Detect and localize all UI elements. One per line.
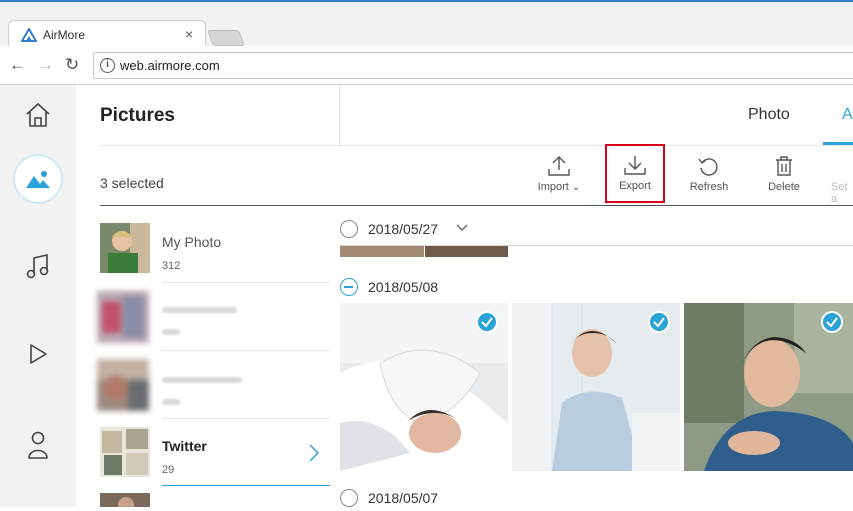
date-select-checkbox[interactable]	[340, 278, 358, 296]
export-button[interactable]: Export	[605, 144, 665, 203]
album-divider	[162, 350, 330, 351]
home-icon	[26, 102, 50, 127]
trash-icon	[776, 156, 792, 176]
set-as-button[interactable]: Set a	[821, 151, 853, 203]
album-divider	[162, 282, 330, 283]
album-name-redacted	[162, 377, 242, 383]
selected-check-icon[interactable]	[821, 311, 843, 333]
date-select-checkbox[interactable]	[340, 220, 358, 238]
address-bar[interactable]: i web.airmore.com	[93, 52, 853, 79]
delete-button[interactable]: Delete	[753, 151, 815, 203]
album-thumbnail	[100, 223, 150, 273]
album-thumbnail	[97, 291, 149, 343]
airmore-logo-icon	[21, 28, 37, 42]
contacts-icon	[28, 431, 48, 459]
sidebar-item-home[interactable]	[0, 85, 76, 145]
forward-arrow-icon[interactable]: →	[37, 56, 54, 74]
photo-thumbnail[interactable]	[340, 303, 508, 471]
pictures-icon	[26, 171, 50, 188]
album-thumbnail-partial	[100, 493, 150, 507]
refresh-icon	[698, 158, 718, 176]
date-label: 2018/05/07	[368, 490, 439, 506]
photo-thumbnail[interactable]	[684, 303, 853, 471]
album-count: 312	[162, 260, 181, 272]
browser-toolbar: ← → ↻ i web.airmore.com	[0, 46, 853, 85]
sidebar-item-videos[interactable]	[0, 324, 76, 384]
refresh-label: Refresh	[689, 181, 729, 193]
set-as-label: Set a	[831, 181, 848, 203]
new-tab-button[interactable]	[207, 30, 245, 46]
date-label: 2018/05/08	[368, 279, 439, 295]
back-arrow-icon[interactable]: ←	[9, 56, 26, 74]
export-label: Export	[619, 180, 651, 192]
selected-check-icon[interactable]	[648, 311, 670, 333]
video-icon	[30, 344, 47, 364]
browser-chrome: AirMore × ← → ↻ i web.airmore.com	[0, 0, 853, 85]
chevron-down-icon: ⌄	[571, 182, 581, 193]
import-label: Import ⌄	[537, 181, 581, 193]
site-info-icon[interactable]: i	[100, 58, 115, 73]
sidebar-item-pictures[interactable]	[0, 149, 76, 209]
album-name: My Photo	[162, 234, 222, 250]
delete-label: Delete	[768, 181, 800, 193]
browser-tab-title: AirMore	[43, 28, 86, 42]
app-sidebar	[0, 85, 76, 507]
tab-strip: AirMore ×	[0, 2, 853, 48]
collapsed-photo-strip	[340, 246, 508, 257]
upload-icon	[548, 156, 570, 176]
header-separator	[100, 145, 853, 146]
toolbar-separator	[100, 205, 853, 206]
refresh-button[interactable]: Refresh	[678, 151, 740, 203]
chevron-right-icon	[309, 444, 320, 462]
import-button[interactable]: Import ⌄	[528, 151, 590, 203]
page-title: Pictures	[100, 105, 175, 126]
album-active-underline	[162, 485, 330, 486]
reload-icon[interactable]: ↻	[65, 56, 79, 74]
tab-album[interactable]: A	[842, 106, 853, 124]
selection-count: 3 selected	[100, 175, 164, 191]
music-icon	[26, 253, 49, 279]
header-divider	[339, 85, 340, 145]
address-url[interactable]: web.airmore.com	[120, 58, 220, 73]
album-count-redacted	[162, 399, 180, 405]
tab-photo[interactable]: Photo	[748, 106, 790, 124]
sidebar-item-music[interactable]	[0, 237, 76, 297]
album-count-redacted	[162, 329, 180, 335]
download-icon	[624, 156, 646, 175]
date-label: 2018/05/27	[368, 221, 439, 237]
album-item-my-photo[interactable]: My Photo 312	[100, 223, 330, 291]
selected-check-icon[interactable]	[476, 311, 498, 333]
album-thumbnail	[97, 359, 149, 411]
album-item-blurred-2[interactable]	[97, 359, 330, 427]
photo-thumbnail[interactable]	[512, 303, 680, 471]
browser-tab-airmore[interactable]: AirMore ×	[8, 20, 206, 48]
album-name-redacted	[162, 307, 237, 313]
album-thumbnail	[100, 427, 150, 477]
album-divider	[162, 418, 330, 419]
album-name: Twitter	[162, 438, 207, 454]
album-item-blurred-1[interactable]	[97, 291, 330, 359]
main-panel: Pictures Photo A 3 selected Import ⌄ Exp…	[76, 85, 853, 507]
tab-close-icon[interactable]: ×	[185, 26, 193, 42]
date-select-checkbox[interactable]	[340, 489, 358, 507]
active-indicator	[13, 154, 63, 204]
sidebar-item-contacts[interactable]	[0, 415, 76, 475]
album-count: 29	[162, 464, 175, 476]
chevron-down-icon[interactable]	[456, 224, 468, 232]
